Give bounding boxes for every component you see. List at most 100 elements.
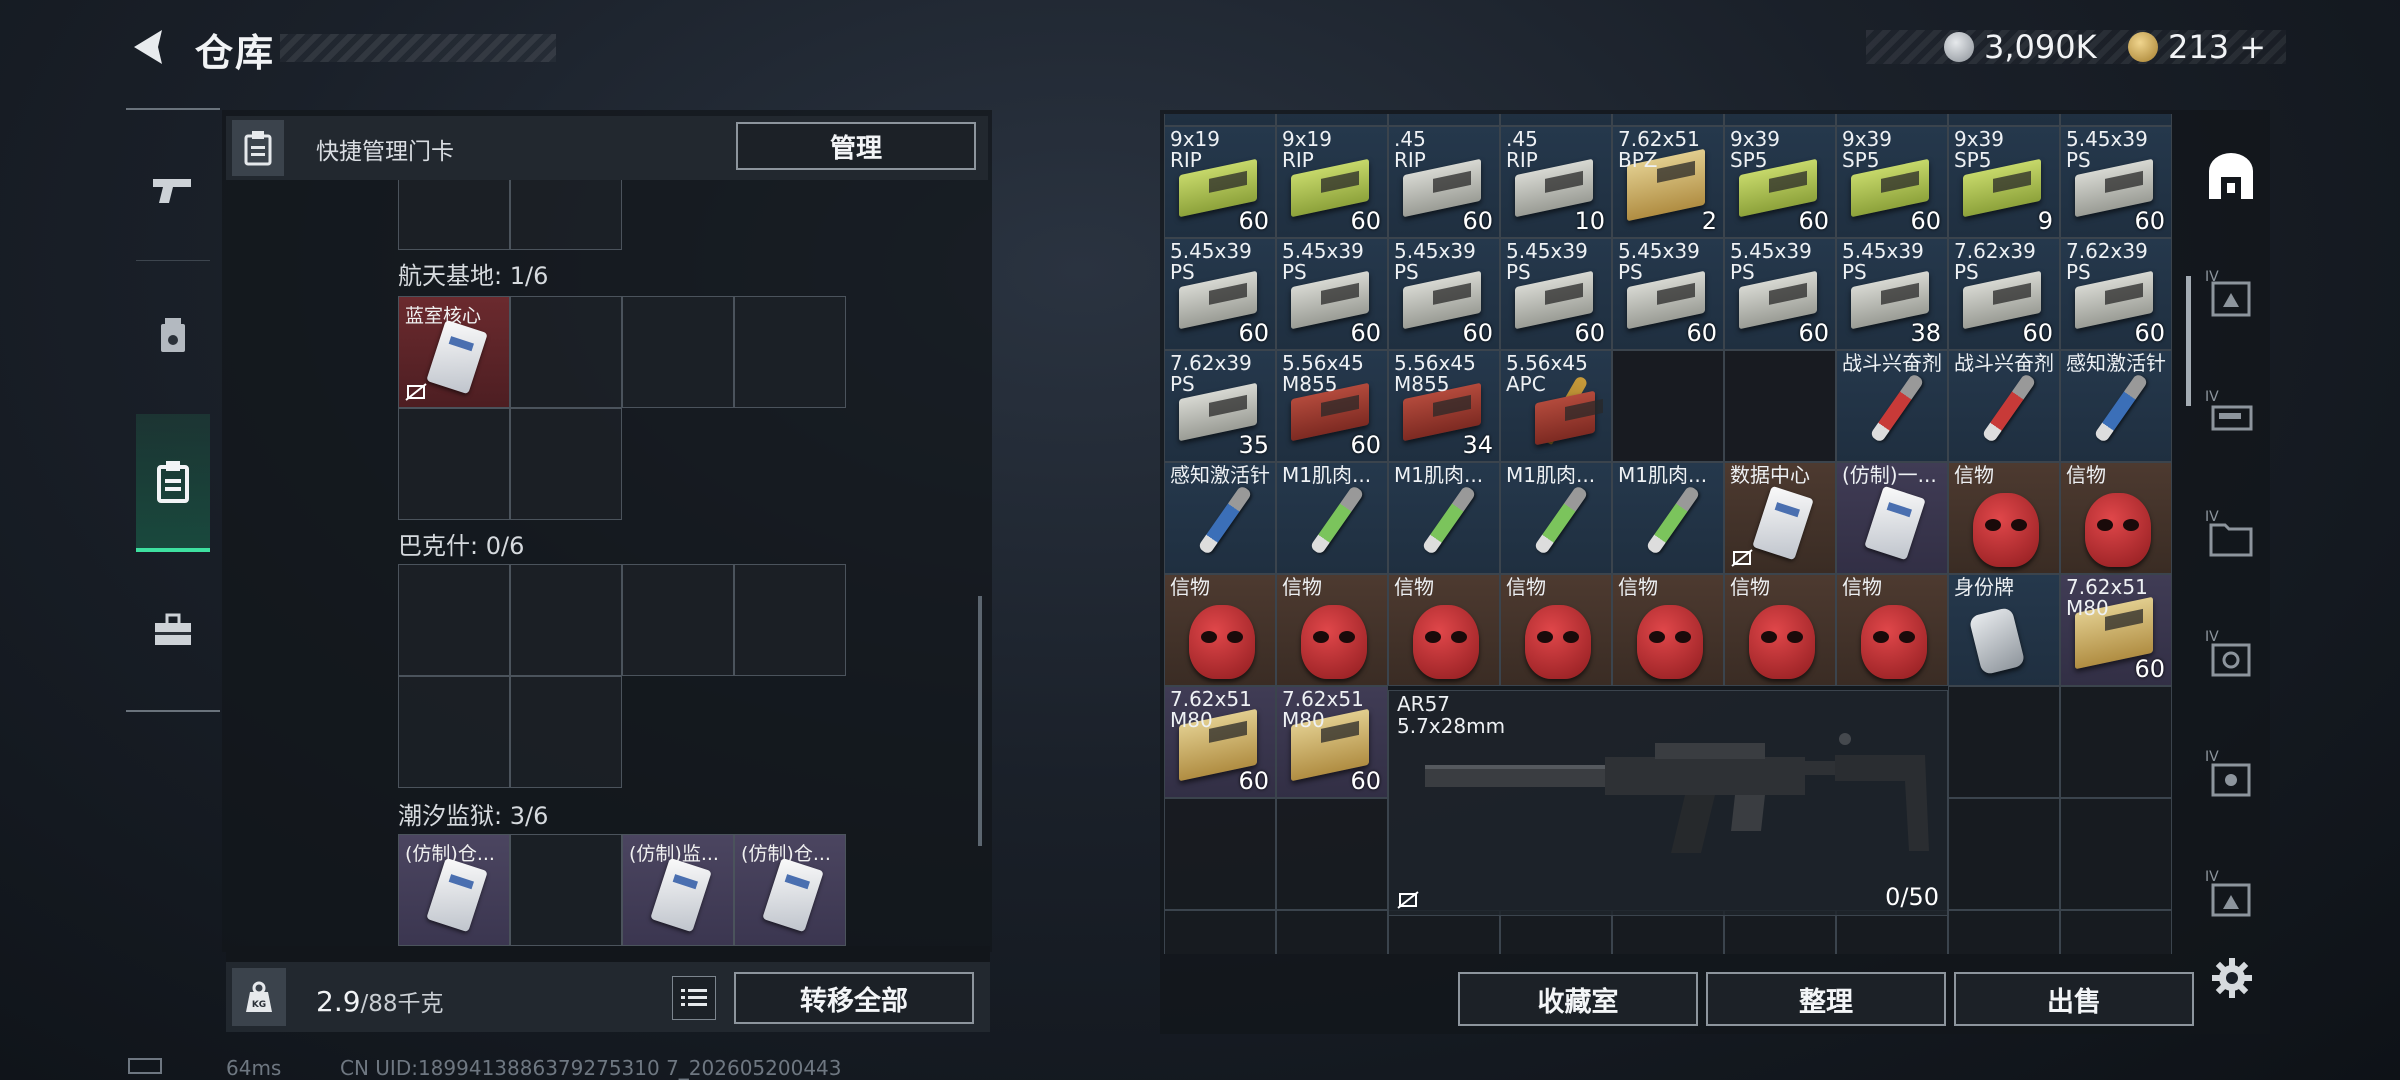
- keycard-slot[interactable]: (仿制)监...: [622, 834, 734, 946]
- inventory-cell[interactable]: [1948, 910, 2060, 954]
- inventory-cell[interactable]: [1164, 114, 1276, 126]
- inventory-item[interactable]: 7.62x51 M80 60: [1276, 686, 1388, 798]
- warehouse-scrollbar[interactable]: [2186, 276, 2191, 406]
- inventory-item[interactable]: 战斗兴奋剂: [1948, 350, 2060, 462]
- inventory-item[interactable]: 5.45x39 PS 60: [2060, 126, 2172, 238]
- inventory-cell[interactable]: [1836, 114, 1948, 126]
- keycard-slot[interactable]: [398, 180, 510, 250]
- keycard-slot[interactable]: [510, 564, 622, 676]
- nav-container-3[interactable]: IV: [2192, 484, 2270, 590]
- nav-toolbox[interactable]: [136, 580, 210, 680]
- inventory-cell[interactable]: [1612, 910, 1724, 954]
- list-view-button[interactable]: [672, 976, 716, 1020]
- nav-cards[interactable]: [136, 284, 210, 384]
- inventory-item[interactable]: 信物: [1164, 574, 1276, 686]
- inventory-item[interactable]: 信物: [1948, 462, 2060, 574]
- inventory-item[interactable]: 9x19 RIP 60: [1276, 126, 1388, 238]
- inventory-item[interactable]: 5.45x39 PS 60: [1612, 238, 1724, 350]
- inventory-item[interactable]: 身份牌: [1948, 574, 2060, 686]
- keycard-slot[interactable]: (仿制)仓...: [398, 834, 510, 946]
- inventory-cell[interactable]: [1948, 798, 2060, 910]
- inventory-cell[interactable]: [1612, 350, 1724, 462]
- nav-keycard-storage[interactable]: [136, 414, 210, 552]
- inventory-item[interactable]: 信物: [1388, 574, 1500, 686]
- inventory-cell[interactable]: [1724, 114, 1836, 126]
- inventory-cell[interactable]: [2060, 798, 2172, 910]
- inventory-item[interactable]: 战斗兴奋剂: [1836, 350, 1948, 462]
- inventory-cell[interactable]: [1500, 114, 1612, 126]
- keycard-slot[interactable]: [510, 834, 622, 946]
- inventory-cell[interactable]: [2060, 114, 2172, 126]
- weapon-item[interactable]: AR57 5.7x28mm 0/50: [1388, 690, 1948, 916]
- inventory-item[interactable]: 信物: [1500, 574, 1612, 686]
- organize-button[interactable]: 整理: [1706, 972, 1946, 1026]
- inventory-item[interactable]: 5.45x39 PS 60: [1388, 238, 1500, 350]
- nav-weapons[interactable]: [136, 140, 210, 240]
- inventory-item[interactable]: 7.62x39 PS 60: [2060, 238, 2172, 350]
- transfer-all-button[interactable]: 转移全部: [734, 972, 974, 1024]
- keycard-slot[interactable]: [510, 408, 622, 520]
- inventory-item[interactable]: M1肌肉...: [1276, 462, 1388, 574]
- inventory-item[interactable]: 9x39 SP5 9: [1948, 126, 2060, 238]
- inventory-item[interactable]: 7.62x51 BPZ 2: [1612, 126, 1724, 238]
- back-arrow-icon[interactable]: [128, 26, 170, 68]
- inventory-item[interactable]: 9x19 RIP 60: [1164, 126, 1276, 238]
- inventory-item[interactable]: 9x39 SP5 60: [1724, 126, 1836, 238]
- inventory-item[interactable]: 信物: [2060, 462, 2172, 574]
- keycard-slot[interactable]: [398, 676, 510, 788]
- inventory-item[interactable]: 5.45x39 PS 60: [1164, 238, 1276, 350]
- nav-container-4[interactable]: IV: [2192, 604, 2270, 710]
- inventory-item[interactable]: M1肌肉...: [1500, 462, 1612, 574]
- nav-warehouse[interactable]: [2192, 124, 2270, 230]
- inventory-cell[interactable]: [2060, 910, 2172, 954]
- inventory-cell[interactable]: [1612, 114, 1724, 126]
- inventory-item[interactable]: 5.56x45 M855 34: [1388, 350, 1500, 462]
- inventory-cell[interactable]: [1164, 798, 1276, 910]
- inventory-item[interactable]: 感知激活针: [1164, 462, 1276, 574]
- keycard-slot[interactable]: [622, 564, 734, 676]
- keycard-slot[interactable]: [622, 296, 734, 408]
- inventory-cell[interactable]: [1724, 350, 1836, 462]
- nav-container-5[interactable]: IV: [2192, 724, 2270, 830]
- inventory-item[interactable]: 5.56x45 APC: [1500, 350, 1612, 462]
- inventory-item[interactable]: (仿制)一...: [1836, 462, 1948, 574]
- inventory-item[interactable]: M1肌肉...: [1612, 462, 1724, 574]
- inventory-item[interactable]: 数据中心: [1724, 462, 1836, 574]
- inventory-item[interactable]: 5.45x39 PS 60: [1724, 238, 1836, 350]
- inventory-cell[interactable]: [1948, 686, 2060, 798]
- inventory-item[interactable]: 9x39 SP5 60: [1836, 126, 1948, 238]
- inventory-item[interactable]: M1肌肉...: [1388, 462, 1500, 574]
- nav-container-1[interactable]: IV: [2192, 244, 2270, 350]
- inventory-item[interactable]: 信物: [1276, 574, 1388, 686]
- sell-button[interactable]: 出售: [1954, 972, 2194, 1026]
- currency-secondary[interactable]: 213 +: [2168, 28, 2266, 66]
- inventory-item[interactable]: 7.62x39 PS 35: [1164, 350, 1276, 462]
- keycard-slot[interactable]: [510, 180, 622, 250]
- keycard-scrollbar[interactable]: [978, 596, 982, 846]
- keycard-slot[interactable]: [510, 296, 622, 408]
- inventory-item[interactable]: 信物: [1612, 574, 1724, 686]
- inventory-item[interactable]: 7.62x39 PS 60: [1948, 238, 2060, 350]
- inventory-item[interactable]: 7.62x51 M80 60: [1164, 686, 1276, 798]
- inventory-cell[interactable]: [1276, 798, 1388, 910]
- nav-container-2[interactable]: IV: [2192, 364, 2270, 470]
- inventory-item[interactable]: .45 RIP 60: [1388, 126, 1500, 238]
- inventory-item[interactable]: 5.45x39 PS 60: [1276, 238, 1388, 350]
- inventory-cell[interactable]: [1836, 910, 1948, 954]
- inventory-cell[interactable]: [1388, 910, 1500, 954]
- inventory-item[interactable]: 感知激活针: [2060, 350, 2172, 462]
- settings-gear-icon[interactable]: [2210, 956, 2254, 1000]
- inventory-cell[interactable]: [1276, 910, 1388, 954]
- inventory-cell[interactable]: [1500, 910, 1612, 954]
- inventory-item[interactable]: .45 RIP 10: [1500, 126, 1612, 238]
- inventory-item[interactable]: 5.56x45 M855 60: [1276, 350, 1388, 462]
- keycard-slot[interactable]: 蓝室核心: [398, 296, 510, 408]
- inventory-cell[interactable]: [1948, 114, 2060, 126]
- manage-button[interactable]: 管理: [736, 122, 976, 170]
- inventory-cell[interactable]: [2060, 686, 2172, 798]
- keycard-slot[interactable]: (仿制)仓...: [734, 834, 846, 946]
- inventory-item[interactable]: 信物: [1724, 574, 1836, 686]
- keycard-slot[interactable]: [398, 564, 510, 676]
- keycard-slot[interactable]: [510, 676, 622, 788]
- keycard-slot[interactable]: [398, 408, 510, 520]
